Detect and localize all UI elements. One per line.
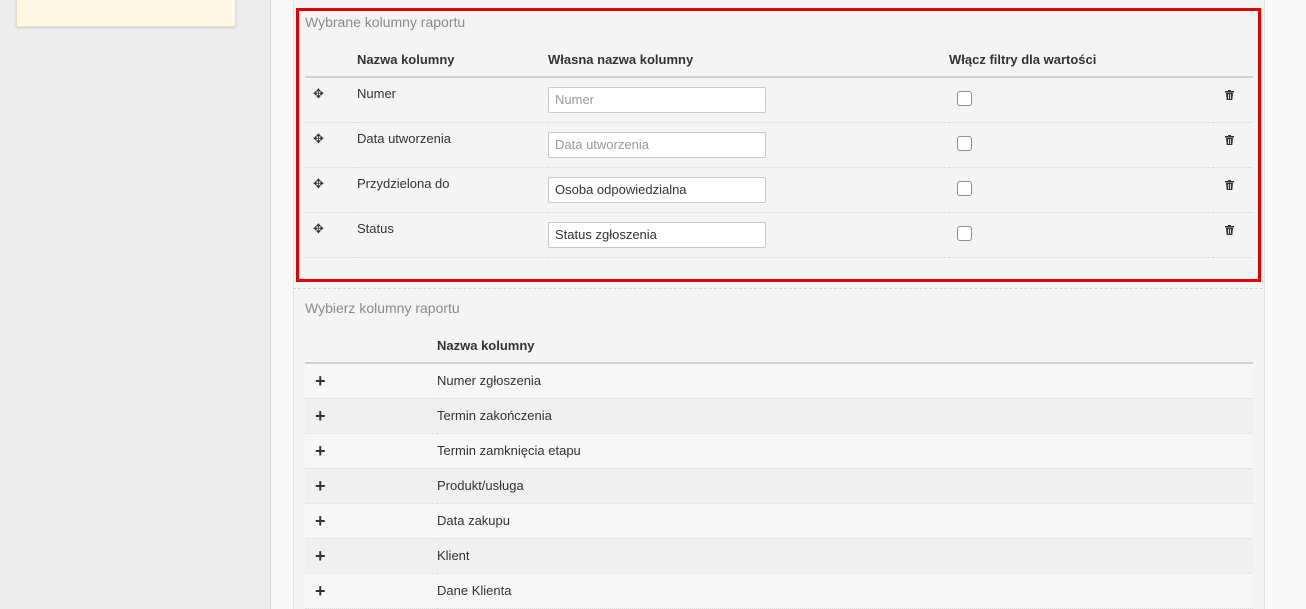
enable-filter-checkbox[interactable] xyxy=(957,180,972,196)
header-actions xyxy=(1213,42,1253,77)
plus-icon[interactable]: + xyxy=(315,546,326,566)
enable-filter-checkbox[interactable] xyxy=(957,225,972,241)
column-name: Numer xyxy=(357,86,397,102)
available-column-name: Data zakupu xyxy=(437,513,510,528)
move-arrows-icon[interactable]: ✥ xyxy=(313,131,324,147)
plus-icon[interactable]: + xyxy=(315,371,326,391)
column-name: Przydzielona do xyxy=(357,176,450,191)
header-column-name: Nazwa kolumny xyxy=(437,337,535,353)
available-row[interactable]: + Termin zamknięcia etapu xyxy=(305,433,1253,468)
header-drag xyxy=(305,42,357,77)
selected-row: ✥ Przydzielona do xyxy=(305,167,1253,212)
enable-filter-checkbox[interactable] xyxy=(957,90,972,106)
left-sidebar xyxy=(0,0,270,609)
custom-name-input[interactable] xyxy=(548,86,766,113)
plus-icon[interactable]: + xyxy=(315,511,326,531)
selected-row: ✥ Status xyxy=(305,212,1253,257)
custom-name-input[interactable] xyxy=(548,176,766,203)
available-column-name: Produkt/usługa xyxy=(437,478,524,493)
plus-icon[interactable]: + xyxy=(315,581,326,601)
available-row[interactable]: + Produkt/usługa xyxy=(305,468,1253,503)
column-name: Data utworzenia xyxy=(357,131,451,146)
available-column-name: Termin zakończenia xyxy=(437,408,552,423)
section-divider xyxy=(293,288,1263,289)
available-columns-table: Nazwa kolumny + Numer zgłoszenia + Termi… xyxy=(305,328,1253,609)
trash-icon[interactable] xyxy=(1225,133,1234,148)
move-arrows-icon[interactable]: ✥ xyxy=(313,176,324,192)
sticky-note-card xyxy=(16,0,236,27)
plus-icon[interactable]: + xyxy=(315,476,326,496)
selected-columns-header-row: Nazwa kolumny Własna nazwa kolumny Włącz… xyxy=(305,42,1253,77)
header-column-name: Nazwa kolumny xyxy=(357,51,455,67)
move-arrows-icon[interactable]: ✥ xyxy=(313,221,324,237)
trash-icon[interactable] xyxy=(1225,178,1234,193)
selected-row: ✥ Data utworzenia xyxy=(305,122,1253,167)
plus-icon[interactable]: + xyxy=(315,406,326,426)
selected-columns-title: Wybrane kolumny raportu xyxy=(305,14,466,30)
available-row[interactable]: + Klient xyxy=(305,538,1253,573)
move-arrows-icon[interactable]: ✥ xyxy=(313,86,324,102)
header-enable-filters: Włącz filtry dla wartości xyxy=(949,51,1097,67)
header-custom-name: Własna nazwa kolumny xyxy=(548,51,694,67)
custom-name-input[interactable] xyxy=(548,221,766,248)
selected-columns-table: Nazwa kolumny Własna nazwa kolumny Włącz… xyxy=(305,42,1253,258)
available-columns-title: Wybierz kolumny raportu xyxy=(305,300,460,316)
available-row[interactable]: + Data zakupu xyxy=(305,503,1253,538)
available-column-name: Termin zamknięcia etapu xyxy=(437,443,581,458)
available-row[interactable]: + Numer zgłoszenia xyxy=(305,363,1253,398)
trash-icon[interactable] xyxy=(1225,223,1234,238)
selected-row: ✥ Numer xyxy=(305,77,1253,122)
custom-name-input[interactable] xyxy=(548,131,766,158)
available-row[interactable]: + Termin zakończenia xyxy=(305,398,1253,433)
available-column-name: Numer zgłoszenia xyxy=(437,373,542,389)
enable-filter-checkbox[interactable] xyxy=(957,135,972,151)
available-columns-header-row: Nazwa kolumny xyxy=(305,328,1253,363)
available-column-name: Dane Klienta xyxy=(437,583,512,598)
main-content: Wybrane kolumny raportu Nazwa kolumny Wł… xyxy=(271,0,1306,609)
available-row[interactable]: + Dane Klienta xyxy=(305,573,1253,608)
column-name: Status xyxy=(357,221,394,236)
header-add xyxy=(305,328,437,363)
available-column-name: Klient xyxy=(437,548,470,563)
plus-icon[interactable]: + xyxy=(315,441,326,461)
trash-icon[interactable] xyxy=(1225,88,1234,103)
